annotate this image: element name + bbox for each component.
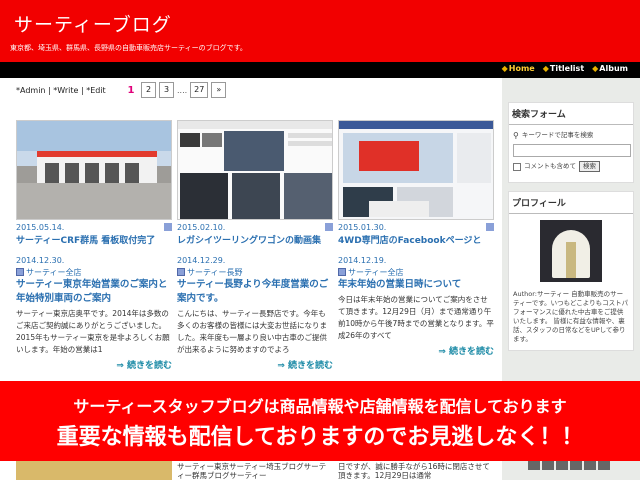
post-title[interactable]: サーティー長野より今年度営業のご案内です。 — [177, 278, 333, 306]
post-body: サーティー東京店奥平です。2014年は多数のご来店ご契約誠にありがとうございまし… — [16, 309, 170, 354]
category-icon — [16, 268, 24, 276]
calendar-icon — [486, 223, 494, 231]
post-title[interactable]: サーティー東京年始営業のご案内と年始特別車両のご案内 — [16, 278, 172, 306]
read-more-link[interactable]: ⇒ 続きを読む — [16, 358, 172, 371]
card-date: 2015.05.14. — [16, 222, 65, 232]
post-excerpt: 2014.12.30. サーティー全店 サーティー東京年始営業のご案内と年始特別… — [16, 256, 172, 371]
announcement-banner: サーティースタッフブログは商品情報や店舗情報を配信しております 重要な情報も配信… — [0, 381, 640, 461]
diamond-icon: ◆ — [592, 64, 599, 73]
profile-widget: プロフィール Author:サーティー 自動車販売のサーティーです。いつもどこよ… — [508, 191, 634, 351]
card-thumbnail[interactable] — [338, 120, 494, 220]
calendar-cell[interactable] — [542, 461, 554, 470]
thumbnail-partial — [16, 461, 172, 480]
page-last-link[interactable]: 27 — [190, 82, 209, 98]
post-category[interactable]: サーティー全店 — [338, 267, 494, 277]
video-collage-icon — [178, 121, 332, 219]
edit-link[interactable]: *Edit — [86, 86, 106, 95]
post-category[interactable]: サーティー全店 — [16, 267, 172, 277]
post-category[interactable]: サーティー長野 — [177, 267, 333, 277]
site-description: 東京都、埼玉県、群馬県、長野県の自動車販売店サーティーのブログです。 — [10, 44, 247, 52]
page-next-button[interactable]: » — [211, 82, 227, 98]
search-button[interactable]: 検索 — [579, 161, 600, 172]
profile-text: Author:サーティー 自動車販売のサーティーです。いつもどこよりもコストパフ… — [513, 290, 629, 343]
card-date: 2015.02.10. — [177, 222, 226, 232]
card: 2015.02.10. レガシイツーリングワゴンの動画集 — [177, 222, 333, 246]
page-current: 1 — [127, 84, 135, 96]
include-comments-checkbox[interactable] — [513, 162, 521, 171]
calendar-cell[interactable] — [556, 461, 568, 470]
post-body: 今日は年末年始の営業についてご案内をさせて頂きます。12月29日（月）まで通常通… — [338, 295, 494, 340]
card: 2015.05.14. サーティーCRF群馬 看板取付完了 — [16, 222, 172, 246]
read-more-link[interactable]: ⇒ 続きを読む — [177, 358, 333, 371]
post-title[interactable]: 年末年始の営業日時について — [338, 278, 494, 292]
diamond-icon: ◆ — [501, 64, 508, 73]
card-date: 2015.01.30. — [338, 222, 387, 232]
nav-album[interactable]: ◆Album — [592, 64, 628, 73]
nav-bar: ◆Home ◆Titlelist ◆Album — [0, 62, 640, 78]
page-link[interactable]: 2 — [141, 82, 156, 98]
write-link[interactable]: *Write — [53, 86, 78, 95]
nav-home[interactable]: ◆Home — [502, 64, 535, 73]
nav-titlelist[interactable]: ◆Titlelist — [543, 64, 584, 73]
search-heading: 検索フォーム — [509, 103, 633, 125]
partial-post-text: サーティー東京サーティー埼玉ブログサーティー群馬ブログサーティー — [177, 462, 327, 480]
site-header: サーティーブログ 東京都、埼玉県、群馬県、長野県の自動車販売店サーティーのブログ… — [0, 0, 640, 62]
include-comments-label: コメントも含めて — [524, 162, 576, 170]
profile-avatar — [540, 220, 602, 282]
card-title[interactable]: サーティーCRF群馬 看板取付完了 — [16, 233, 172, 246]
post-date: 2014.12.29. — [177, 256, 226, 265]
read-more-link[interactable]: ⇒ 続きを読む — [338, 344, 494, 357]
category-icon — [338, 268, 346, 276]
post-date: 2014.12.30. — [16, 256, 65, 265]
post-excerpt: 2014.12.19. サーティー全店 年末年始の営業日時について 今日は年末年… — [338, 256, 494, 357]
calendar-icon — [164, 223, 172, 231]
card-thumbnail[interactable] — [177, 120, 333, 220]
category-icon — [177, 268, 185, 276]
post-excerpt: 2014.12.29. サーティー長野 サーティー長野より今年度営業のご案内です… — [177, 256, 333, 371]
post-date: 2014.12.19. — [338, 256, 387, 265]
calendar-widget — [528, 461, 610, 470]
admin-toolbar: *Admin | *Write | *Edit — [16, 86, 106, 95]
site-title[interactable]: サーティーブログ — [14, 10, 172, 37]
post-body: こんにちは、サーティー長野店です。今年も多くのお客様の皆様には大変お世話になりま… — [177, 309, 327, 354]
sidebar: 検索フォーム ⚲ キーワードで記事を検索 コメントも含めて 検索 プロフィール … — [508, 102, 634, 359]
profile-heading: プロフィール — [509, 192, 633, 214]
calendar-cell[interactable] — [598, 461, 610, 470]
calendar-cell[interactable] — [584, 461, 596, 470]
search-widget: 検索フォーム ⚲ キーワードで記事を検索 コメントも含めて 検索 — [508, 102, 634, 183]
card-title[interactable]: レガシイツーリングワゴンの動画集 — [177, 233, 333, 246]
card-title[interactable]: 4WD専門店のFacebookページと — [338, 233, 494, 246]
admin-link[interactable]: *Admin — [16, 86, 46, 95]
page-ellipsis: .... — [177, 85, 188, 95]
banner-line-1: サーティースタッフブログは商品情報や店舗情報を配信しております — [73, 397, 567, 416]
pagination: 1 2 3 .... 27 » — [124, 82, 227, 98]
card-thumbnail[interactable] — [16, 120, 172, 220]
banner-line-2: 重要な情報も配信しておりますのでお見逃しなく！！ — [56, 425, 584, 450]
search-input[interactable] — [513, 144, 631, 157]
search-keyword-label: キーワードで記事を検索 — [521, 131, 594, 139]
calendar-icon — [325, 223, 333, 231]
store-photo-icon — [17, 121, 171, 219]
facebook-page-icon — [339, 121, 493, 219]
search-icon: ⚲ — [513, 131, 519, 140]
diamond-icon: ◆ — [542, 64, 549, 73]
partial-post-text: 日ですが、誠に勝手ながら16時に閉店させて頂きます。12月29日は通常 — [338, 462, 490, 480]
page-link[interactable]: 3 — [159, 82, 174, 98]
card: 2015.01.30. 4WD専門店のFacebookページと — [338, 222, 494, 246]
calendar-cell[interactable] — [528, 461, 540, 470]
calendar-cell[interactable] — [570, 461, 582, 470]
